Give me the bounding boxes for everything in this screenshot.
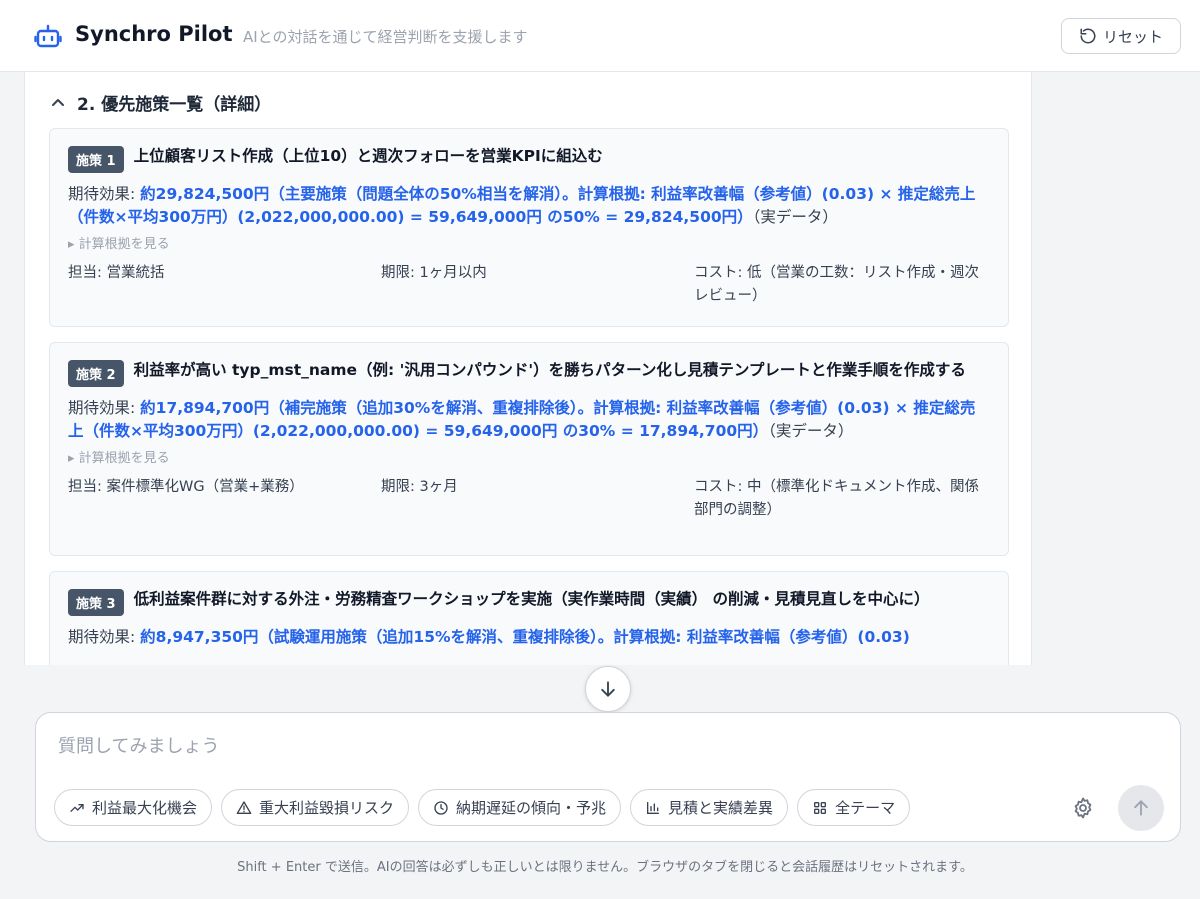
robot-icon: [34, 24, 62, 48]
measure-badge: 施策 1: [68, 146, 124, 173]
message-panel[interactable]: 2. 優先施策一覧（詳細） 施策 1 上位顧客リスト作成（上位10）と週次フォロ…: [24, 72, 1032, 665]
measure-cost: コスト: 中（標準化ドキュメント作成、関係部門の調整）: [694, 479, 979, 518]
footer-disclaimer: Shift + Enter で送信。AIの回答は必ずしも正しいとは限りません。ブ…: [237, 860, 973, 875]
effect-value: 約29,824,500円（主要施策（問題全体の50%相当を解消）。計算根拠: 利…: [68, 185, 976, 226]
chip-label: 重大利益毀損リスク: [259, 799, 395, 817]
expected-effect: 期待効果: 約8,947,350円（試験運用施策（追加15%を解消、重複排除後）…: [68, 626, 990, 649]
chip-label: 納期遅延の傾向・予兆: [456, 799, 607, 817]
effect-label: 期待効果:: [68, 185, 141, 203]
gear-icon[interactable]: [1071, 796, 1095, 820]
chip-profit-maximization[interactable]: 利益最大化機会: [54, 789, 213, 826]
effect-value: 約8,947,350円（試験運用施策（追加15%を解消、重複排除後）。計算根拠:…: [140, 628, 910, 646]
chip-label: 全テーマ: [835, 799, 896, 817]
expected-effect: 期待効果: 約17,894,700円（補完施策（追加30%を解消、重複排除後）。…: [68, 397, 990, 443]
section-title: 2. 優先施策一覧（詳細）: [77, 95, 272, 115]
chip-all-themes[interactable]: 全テーマ: [797, 789, 911, 826]
effect-source: （実データ）: [752, 208, 838, 226]
clock-icon: [434, 800, 448, 815]
app-title: Synchro Pilot: [75, 22, 233, 46]
chat-composer: 利益最大化機会 重大利益毀損リスク 納期遅延の傾向・予兆: [35, 712, 1181, 842]
chip-profit-loss-risk[interactable]: 重大利益毀損リスク: [221, 789, 410, 826]
reset-button[interactable]: リセット: [1061, 18, 1181, 54]
trending-up-icon: [70, 803, 84, 812]
app-header: Synchro Pilot AIとの対話を通じて経営判断を支援します リセット: [0, 0, 1200, 72]
arrow-down-icon: [601, 681, 615, 697]
effect-label: 期待効果:: [68, 399, 141, 417]
show-calculation-link[interactable]: ▸ 計算根拠を見る: [68, 233, 990, 252]
chip-estimate-vs-actual[interactable]: 見積と実績差異: [630, 789, 789, 826]
effect-label: 期待効果:: [68, 628, 141, 646]
chip-delivery-delay[interactable]: 納期遅延の傾向・予兆: [418, 789, 622, 826]
measure-title: 上位顧客リスト作成（上位10）と週次フォローを営業KPIに組込む: [133, 147, 603, 165]
measure-badge: 施策 2: [68, 360, 124, 387]
chevron-up-icon: [52, 98, 64, 106]
suggestion-chips: 利益最大化機会 重大利益毀損リスク 納期遅延の傾向・予兆 見積と実績差異 全テー…: [54, 789, 911, 826]
chip-label: 利益最大化機会: [92, 799, 198, 817]
effect-source: （実データ）: [768, 422, 854, 440]
measure-cost: コスト: 低（営業の工数：リスト作成・週次レビュー）: [694, 265, 979, 304]
measure-card: 施策 2 利益率が高い typ_mst_name（例: '汎用コンパウンド'）を…: [49, 342, 1009, 556]
measure-owner: 担当: 案件標準化WG（営業+業務）: [68, 479, 304, 495]
app-subtitle: AIとの対話を通じて経営判断を支援します: [243, 28, 528, 46]
measure-owner: 担当: 営業統括: [68, 265, 165, 281]
bar-chart-icon: [647, 801, 660, 814]
arrow-up-icon: [1134, 800, 1148, 816]
section-toggle[interactable]: 2. 優先施策一覧（詳細）: [51, 90, 271, 115]
send-button[interactable]: [1118, 785, 1164, 831]
show-calculation-link[interactable]: ▸ 計算根拠を見る: [68, 447, 990, 466]
measure-title: 低利益案件群に対する外注・労務精査ワークショップを実施（実作業時間（実績） の削…: [133, 590, 930, 608]
expected-effect: 期待効果: 約29,824,500円（主要施策（問題全体の50%相当を解消）。計…: [68, 183, 990, 229]
measure-card: 施策 1 上位顧客リスト作成（上位10）と週次フォローを営業KPIに組込む 期待…: [49, 128, 1009, 327]
chat-input[interactable]: [58, 731, 1058, 761]
measure-deadline: 期限: 1ヶ月以内: [381, 265, 487, 281]
measure-card: 施策 3 低利益案件群に対する外注・労務精査ワークショップを実施（実作業時間（実…: [49, 571, 1009, 665]
reset-icon: [1080, 28, 1096, 44]
chip-label: 見積と実績差異: [668, 799, 774, 817]
grid-icon: [814, 801, 827, 814]
warning-icon: [236, 800, 252, 814]
measure-badge: 施策 3: [68, 589, 124, 616]
measure-deadline: 期限: 3ヶ月: [381, 479, 458, 495]
measure-title: 利益率が高い typ_mst_name（例: '汎用コンパウンド'）を勝ちパター…: [133, 361, 966, 379]
reset-label: リセット: [1102, 27, 1163, 46]
scroll-to-bottom-button[interactable]: [585, 666, 631, 712]
